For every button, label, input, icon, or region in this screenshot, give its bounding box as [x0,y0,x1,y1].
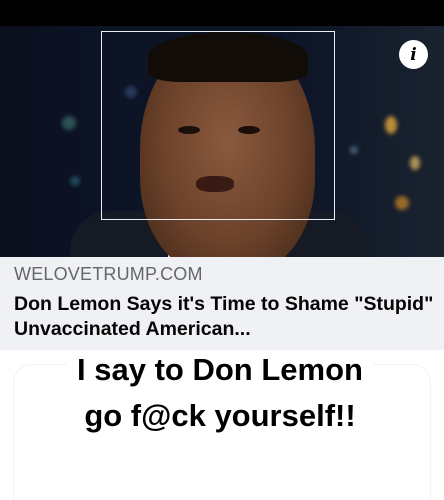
overlay-caption: I say to Don Lemon go f@ck yourself!! [60,347,380,439]
face-focus-frame [101,31,335,220]
link-domain: WELOVETRUMP.COM [14,264,203,284]
info-icon[interactable]: i [399,40,428,69]
top-black-bar [0,0,444,26]
link-headline[interactable]: Don Lemon Says it's Time to Shame "Stupi… [14,292,434,342]
